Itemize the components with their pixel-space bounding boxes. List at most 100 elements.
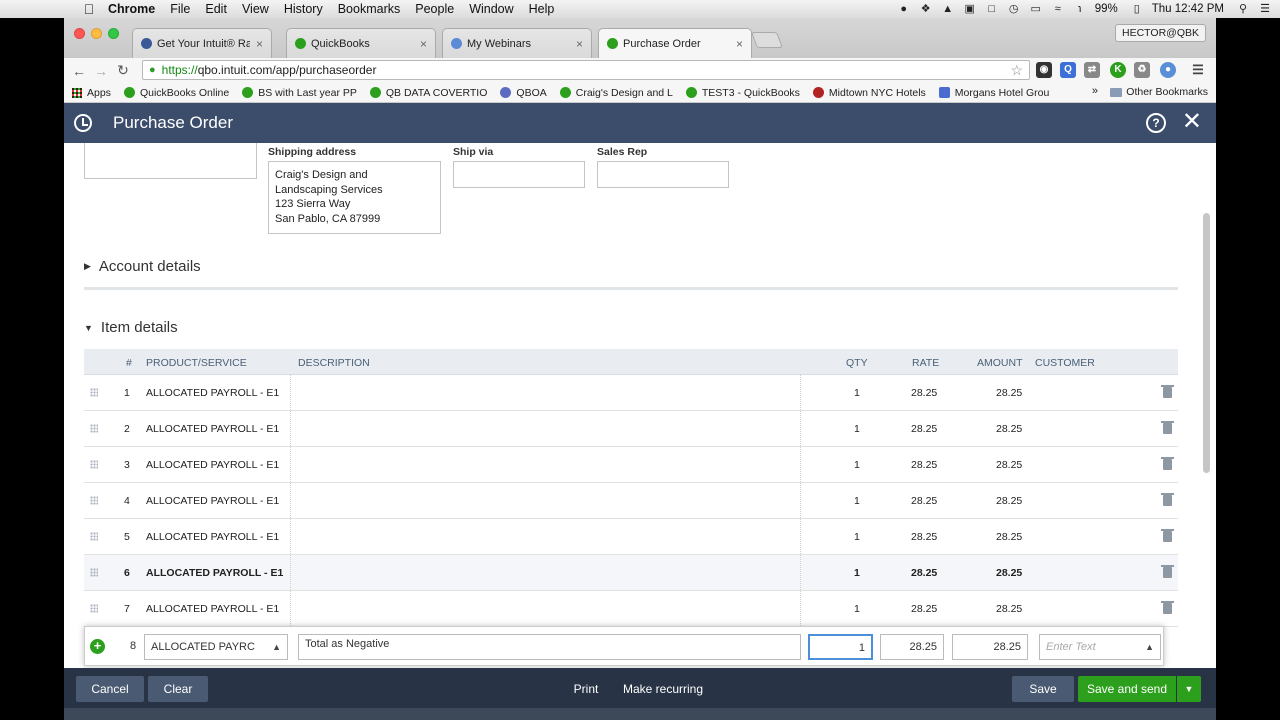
- notification-center-icon[interactable]: ☰: [1258, 3, 1272, 15]
- battery-icon[interactable]: ▯: [1130, 3, 1144, 15]
- menu-people[interactable]: People: [415, 2, 454, 16]
- menu-bookmarks[interactable]: Bookmarks: [338, 2, 401, 16]
- bookmark-apps[interactable]: Apps: [72, 87, 111, 99]
- rate-cell[interactable]: 28.25: [911, 387, 937, 399]
- tab-quickbooks[interactable]: QuickBooks ×: [286, 28, 436, 58]
- menu-view[interactable]: View: [242, 2, 269, 16]
- bookmark-test3-quickbooks[interactable]: TEST3 - QuickBooks: [685, 87, 800, 99]
- print-button[interactable]: Print: [566, 676, 606, 702]
- qty-cell[interactable]: 1: [854, 459, 860, 471]
- qty-cell[interactable]: 1: [854, 603, 860, 615]
- amount-cell[interactable]: 28.25: [996, 495, 1022, 507]
- wifi-icon[interactable]: ≈: [1051, 3, 1065, 15]
- delete-row-trash-icon[interactable]: [1161, 385, 1174, 398]
- rate-cell[interactable]: 28.25: [911, 567, 937, 579]
- sales-rep-input[interactable]: [597, 161, 729, 188]
- description-input[interactable]: Total as Negative: [298, 634, 801, 660]
- window-zoom-icon[interactable]: [108, 28, 119, 39]
- product-cell[interactable]: ALLOCATED PAYROLL - E1: [146, 387, 279, 399]
- tab-close-icon[interactable]: ×: [256, 37, 263, 51]
- amount-cell[interactable]: 28.25: [996, 603, 1022, 615]
- bookmark-midtown-nyc-hotels[interactable]: Midtown NYC Hotels: [812, 87, 926, 99]
- help-icon[interactable]: ?: [1146, 113, 1166, 133]
- delete-row-trash-icon[interactable]: [1161, 493, 1174, 506]
- apple-menu-icon[interactable]: : [80, 1, 98, 17]
- amount-cell[interactable]: 28.25: [996, 423, 1022, 435]
- copy-icon[interactable]: □: [985, 3, 999, 15]
- page-scrollbar[interactable]: [1203, 213, 1210, 473]
- table-row[interactable]: 4 ALLOCATED PAYROLL - E1 1 28.25 28.25: [84, 483, 1178, 519]
- chrome-menu-icon[interactable]: ☰: [1190, 62, 1206, 78]
- bluetooth-icon[interactable]: ℩: [1073, 3, 1087, 15]
- table-row[interactable]: 1 ALLOCATED PAYROLL - E1 1 28.25 28.25: [84, 375, 1178, 411]
- drive-icon[interactable]: ▲: [941, 3, 955, 15]
- table-row[interactable]: 2 ALLOCATED PAYROLL - E1 1 28.25 28.25: [84, 411, 1178, 447]
- menu-history[interactable]: History: [284, 2, 323, 16]
- vendor-address-field[interactable]: [84, 143, 257, 179]
- rate-cell[interactable]: 28.25: [911, 603, 937, 615]
- qty-input[interactable]: 1: [808, 634, 873, 660]
- window-minimize-icon[interactable]: [91, 28, 102, 39]
- product-cell[interactable]: ALLOCATED PAYROLL - E1: [146, 567, 283, 579]
- save-options-dropdown[interactable]: ▼: [1177, 676, 1201, 702]
- extension-circle-icon[interactable]: ●: [1160, 62, 1176, 78]
- tab-purchase-order[interactable]: Purchase Order ×: [598, 28, 752, 58]
- rate-cell[interactable]: 28.25: [911, 423, 937, 435]
- delete-row-trash-icon[interactable]: [1161, 529, 1174, 542]
- save-button[interactable]: Save: [1012, 676, 1074, 702]
- drag-handle-icon[interactable]: [90, 532, 98, 541]
- qty-cell[interactable]: 1: [854, 567, 860, 579]
- tab-close-icon[interactable]: ×: [420, 37, 427, 51]
- product-cell[interactable]: ALLOCATED PAYROLL - E1: [146, 459, 279, 471]
- spotlight-search-icon[interactable]: ⚲: [1236, 3, 1250, 15]
- delete-row-trash-icon[interactable]: [1161, 421, 1174, 434]
- profile-button[interactable]: HECTOR@QBK: [1115, 24, 1206, 42]
- address-bar[interactable]: ● https://qbo.intuit.com/app/purchaseord…: [142, 60, 1030, 80]
- amount-cell[interactable]: 28.25: [996, 531, 1022, 543]
- sync-icon[interactable]: ▣: [963, 3, 977, 15]
- extension-q-icon[interactable]: Q: [1060, 62, 1076, 78]
- extension-translate-icon[interactable]: ⇄: [1084, 62, 1100, 78]
- delete-row-trash-icon[interactable]: [1161, 457, 1174, 470]
- reload-icon[interactable]: ↻: [112, 62, 134, 79]
- bookmarks-overflow-button[interactable]: »: [1092, 85, 1098, 97]
- amount-cell[interactable]: 28.25: [996, 567, 1022, 579]
- menu-app-name[interactable]: Chrome: [108, 2, 155, 16]
- tab-close-icon[interactable]: ×: [736, 37, 743, 51]
- time-machine-icon[interactable]: ◷: [1007, 3, 1021, 15]
- tab-close-icon[interactable]: ×: [576, 37, 583, 51]
- close-icon[interactable]: ✕: [1182, 109, 1202, 135]
- product-cell[interactable]: ALLOCATED PAYROLL - E1: [146, 495, 279, 507]
- bookmark-qboa[interactable]: QBOA: [500, 87, 547, 99]
- bookmark-other[interactable]: Other Bookmarks: [1110, 86, 1208, 98]
- menu-edit[interactable]: Edit: [205, 2, 227, 16]
- bookmark-qb-data-conversion[interactable]: QB DATA COVERTIO: [369, 87, 487, 99]
- extension-recycle-icon[interactable]: ♻: [1134, 62, 1150, 78]
- table-row[interactable]: 7 ALLOCATED PAYROLL - E1 1 28.25 28.25: [84, 591, 1178, 627]
- drag-handle-icon[interactable]: [90, 568, 98, 577]
- ship-via-input[interactable]: [453, 161, 585, 188]
- drag-handle-icon[interactable]: [90, 424, 98, 433]
- menu-window[interactable]: Window: [469, 2, 513, 16]
- item-details-toggle[interactable]: ▼ Item details: [84, 319, 178, 336]
- tab-my-webinars[interactable]: My Webinars ×: [442, 28, 592, 58]
- battery-percent[interactable]: 99%: [1095, 3, 1118, 15]
- menubar-clock[interactable]: Thu 12:42 PM: [1152, 3, 1224, 15]
- product-cell[interactable]: ALLOCATED PAYROLL - E1: [146, 423, 279, 435]
- recent-transactions-icon[interactable]: [74, 114, 92, 132]
- table-row[interactable]: 5 ALLOCATED PAYROLL - E1 1 28.25 28.25: [84, 519, 1178, 555]
- back-arrow-icon[interactable]: ←: [68, 63, 90, 79]
- bookmark-morgans-hotel[interactable]: Morgans Hotel Grou: [938, 87, 1049, 99]
- bookmark-star-icon[interactable]: ☆: [1010, 62, 1023, 79]
- add-line-plus-icon[interactable]: +: [90, 639, 105, 654]
- product-service-select[interactable]: ALLOCATED PAYRC ▲: [144, 634, 288, 660]
- rate-cell[interactable]: 28.25: [911, 531, 937, 543]
- menu-file[interactable]: File: [170, 2, 190, 16]
- product-cell[interactable]: ALLOCATED PAYROLL - E1: [146, 603, 279, 615]
- forward-arrow-icon[interactable]: →: [90, 63, 112, 79]
- rate-cell[interactable]: 28.25: [911, 495, 937, 507]
- drag-handle-icon[interactable]: [90, 604, 98, 613]
- product-cell[interactable]: ALLOCATED PAYROLL - E1: [146, 531, 279, 543]
- extension-location-icon[interactable]: ◉: [1036, 62, 1052, 78]
- table-row[interactable]: 6 ALLOCATED PAYROLL - E1 1 28.25 28.25: [84, 555, 1178, 591]
